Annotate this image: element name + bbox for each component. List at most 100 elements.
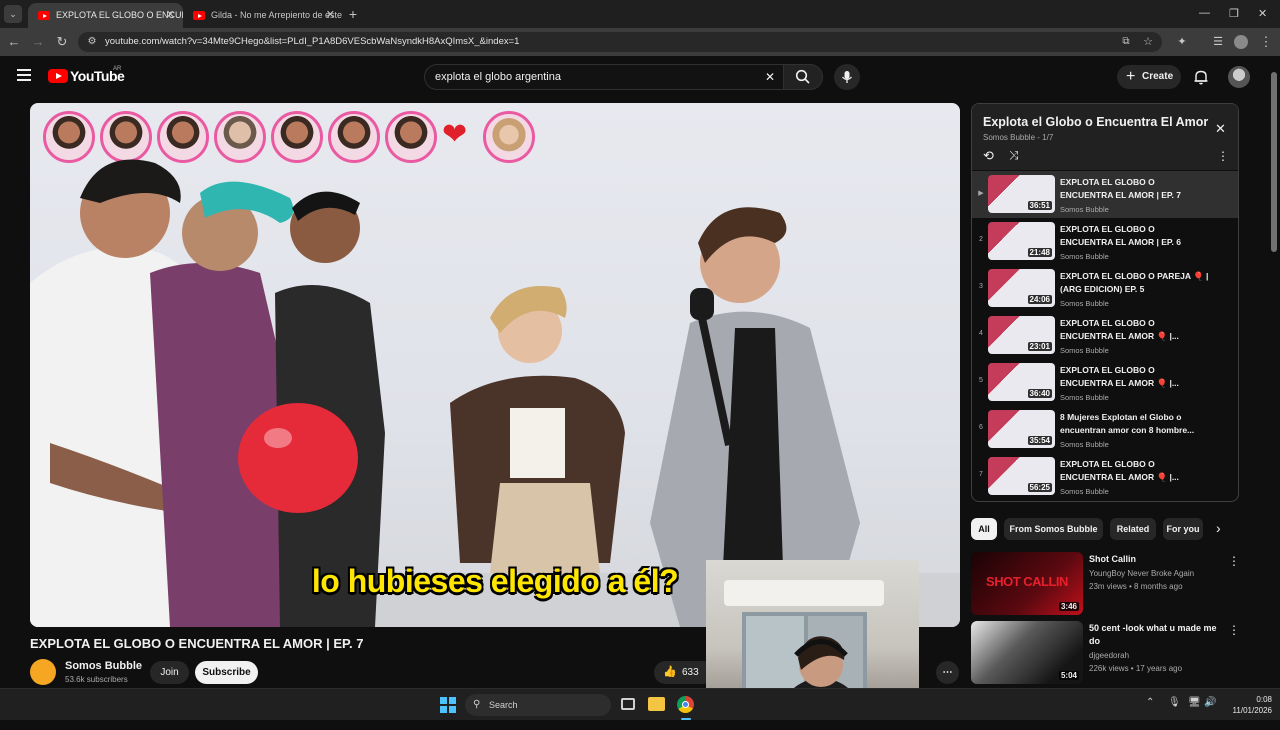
chip-related[interactable]: Related: [1110, 518, 1156, 540]
chrome-icon[interactable]: [677, 696, 694, 713]
forward-icon[interactable]: →: [30, 34, 46, 50]
recommended-video-title: Shot Callin: [1089, 554, 1136, 564]
thumbnail-text: SHOT CALLIN: [986, 574, 1068, 589]
chips-next-chevron-icon[interactable]: ›: [1216, 520, 1221, 536]
recommended-video[interactable]: SHOT CALLIN 3:46 Shot Callin YoungBoy Ne…: [971, 552, 1256, 620]
create-button[interactable]: + Create: [1117, 65, 1181, 89]
account-avatar[interactable]: [1228, 66, 1250, 88]
playlist-item-title: EXPLOTA EL GLOBO O ENCUENTRA EL AMOR 🎈 |…: [1060, 318, 1179, 341]
loop-icon[interactable]: ⟲: [983, 148, 994, 164]
url-text: youtube.com/watch?v=34Mte9CHego&list=PLd…: [105, 36, 520, 47]
chip-for-you[interactable]: For you: [1163, 518, 1203, 540]
hamburger-menu-icon[interactable]: [17, 69, 31, 81]
playlist-item[interactable]: 6 35:54 8 Mujeres Explotan el Globo o en…: [972, 406, 1238, 453]
search-input[interactable]: explota el globo argentina ✕: [424, 64, 784, 90]
browser-toolbar: ← → ↻ ⚙ youtube.com/watch?v=34Mte9CHego&…: [0, 28, 1280, 56]
address-bar[interactable]: ⚙ youtube.com/watch?v=34Mte9CHego&list=P…: [78, 32, 1162, 52]
file-explorer-icon[interactable]: [648, 697, 665, 711]
close-tab-icon[interactable]: ✕: [326, 3, 335, 28]
install-app-icon[interactable]: ⧉: [1118, 34, 1134, 50]
youtube-favicon-icon: [38, 11, 50, 20]
minimize-icon[interactable]: —: [1199, 7, 1210, 19]
close-playlist-icon[interactable]: ✕: [1215, 121, 1226, 137]
playlist-item-thumbnail: 23:01: [988, 316, 1055, 354]
tab-list-icon[interactable]: ⌄: [4, 5, 22, 23]
windows-start-icon[interactable]: [440, 697, 456, 713]
microphone-tray-icon[interactable]: 🎙: [1168, 697, 1181, 708]
playlist-item-index: 2: [979, 236, 983, 243]
clock-time: 0:08: [1256, 695, 1272, 704]
browser-menu-icon[interactable]: ⋮: [1258, 34, 1274, 50]
playlist-header: Explota el Globo o Encuentra El Amor Som…: [972, 104, 1238, 170]
youtube-favicon-icon: [193, 11, 205, 20]
playlist-item-duration: 24:06: [1027, 295, 1052, 304]
video-duration: 5:04: [1058, 671, 1079, 680]
join-button[interactable]: Join: [150, 661, 189, 684]
close-window-icon[interactable]: ✕: [1258, 7, 1267, 20]
search-icon: [795, 69, 810, 84]
more-actions-button[interactable]: ⋯: [936, 661, 959, 684]
task-view-icon[interactable]: [621, 698, 635, 710]
recommended-video-thumbnail: SHOT CALLIN 3:46: [971, 552, 1083, 615]
taskbar-search[interactable]: ⚲ Search: [465, 694, 611, 716]
playlist-item[interactable]: ▶ 36:51 EXPLOTA EL GLOBO O ENCUENTRA EL …: [972, 171, 1238, 218]
playlist-menu-icon[interactable]: ⋮: [1217, 149, 1229, 163]
youtube-logo-icon[interactable]: [48, 69, 68, 83]
voice-search-button[interactable]: [834, 64, 860, 90]
playlist-item[interactable]: 2 21:48 EXPLOTA EL GLOBO O ENCUENTRA EL …: [972, 218, 1238, 265]
channel-name[interactable]: Somos Bubble: [65, 660, 142, 672]
subscribe-button[interactable]: Subscribe: [195, 661, 258, 684]
chip-all[interactable]: All: [971, 518, 997, 540]
playlist-item-duration: 36:40: [1027, 389, 1052, 398]
playlist-item[interactable]: 4 23:01 EXPLOTA EL GLOBO O ENCUENTRA EL …: [972, 312, 1238, 359]
playlist-item[interactable]: 7 56:25 EXPLOTA EL GLOBO O ENCUENTRA EL …: [972, 453, 1238, 500]
bookmark-star-icon[interactable]: ☆: [1140, 34, 1156, 50]
playlist-item-thumbnail: 24:06: [988, 269, 1055, 307]
network-icon[interactable]: 🖥: [1188, 697, 1201, 708]
thumbs-up-icon: 👍: [663, 666, 677, 678]
video-menu-icon[interactable]: ⋮: [1228, 554, 1240, 568]
taskbar-search-placeholder: Search: [489, 700, 518, 710]
recommended-video-channel: YoungBoy Never Broke Again: [1089, 569, 1195, 578]
tab-title: Gilda - No me Arrepiento de este: [211, 10, 343, 20]
playlist-item-thumbnail: 36:51: [988, 175, 1055, 213]
plus-icon: +: [1126, 68, 1136, 85]
microphone-icon: [842, 71, 852, 83]
chip-from-somos-bubble[interactable]: From Somos Bubble: [1004, 518, 1103, 540]
clear-search-icon[interactable]: ✕: [765, 70, 775, 84]
tab-gilda[interactable]: Gilda - No me Arrepiento de este ✕: [183, 3, 343, 28]
reading-list-icon[interactable]: ☰: [1210, 34, 1226, 50]
volume-icon[interactable]: 🔊: [1204, 697, 1216, 708]
video-menu-icon[interactable]: ⋮: [1228, 623, 1240, 637]
recommended-video-meta: 226k views • 17 years ago: [1089, 664, 1183, 673]
shuffle-icon[interactable]: ⤨: [1009, 148, 1019, 163]
reload-icon[interactable]: ↻: [54, 34, 70, 50]
recommended-video[interactable]: 5:04 50 cent -look what u made me do djg…: [971, 621, 1256, 689]
back-icon[interactable]: ←: [6, 34, 22, 50]
close-tab-icon[interactable]: ✕: [166, 3, 175, 28]
playlist-item[interactable]: 5 36:40 EXPLOTA EL GLOBO O ENCUENTRA EL …: [972, 359, 1238, 406]
notifications-bell-icon[interactable]: [1193, 69, 1209, 85]
playlist-item-thumbnail: 21:48: [988, 222, 1055, 260]
video-player[interactable]: ❤ lo hubieses elegido a él?: [30, 103, 960, 627]
playlist-title[interactable]: Explota el Globo o Encuentra El Amor: [983, 115, 1208, 129]
tab-explota-el-globo[interactable]: EXPLOTA EL GLOBO O ENCUENTRA ✕: [28, 3, 183, 28]
site-info-icon[interactable]: ⚙: [84, 34, 100, 50]
playlist-item[interactable]: 3 24:06 EXPLOTA EL GLOBO O PAREJA 🎈 | (A…: [972, 265, 1238, 312]
restore-icon[interactable]: ❐: [1229, 7, 1239, 20]
new-tab-icon[interactable]: +: [345, 6, 361, 22]
playlist-item-index: 7: [979, 471, 983, 478]
tray-overflow-chevron-icon[interactable]: ⌃: [1146, 697, 1154, 708]
like-button[interactable]: 👍 633: [654, 661, 714, 684]
playlist-item-channel: Somos Bubble: [1060, 440, 1109, 449]
playlist-item-index: ▶: [978, 190, 984, 197]
extensions-icon[interactable]: ✦: [1174, 34, 1190, 50]
playlist-item-index: 4: [979, 330, 983, 337]
playlist-item-thumbnail: 36:40: [988, 363, 1055, 401]
page-scrollbar[interactable]: [1271, 70, 1277, 730]
taskbar-clock[interactable]: 0:08 11/01/2026: [1233, 694, 1272, 716]
channel-avatar[interactable]: [30, 659, 56, 685]
search-icon: ⚲: [473, 699, 481, 710]
search-button[interactable]: [783, 64, 823, 90]
profile-avatar-icon[interactable]: [1234, 35, 1248, 49]
